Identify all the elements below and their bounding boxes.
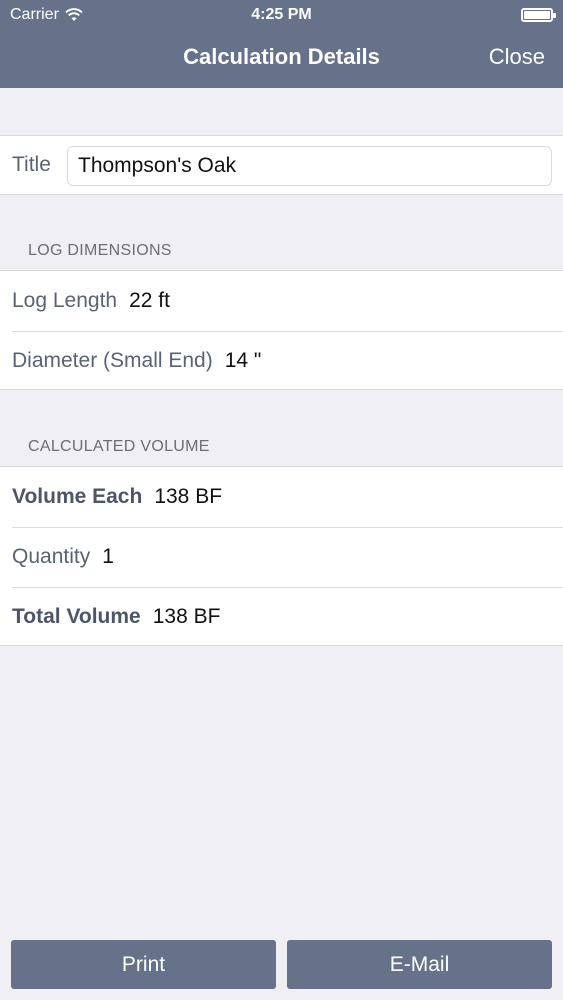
title-label: Title — [12, 153, 51, 176]
log-length-value: 22 ft — [129, 289, 170, 312]
title-row: Title — [0, 135, 563, 195]
calculation-details-screen: Carrier 4:25 PM Calculation Details Clos… — [0, 0, 563, 1000]
status-time: 4:25 PM — [251, 6, 312, 23]
navigation-bar: Carrier 4:25 PM Calculation Details Clos… — [0, 0, 563, 88]
close-button[interactable]: Close — [489, 44, 545, 70]
title-input[interactable] — [67, 146, 552, 186]
calculated-volume-header: CALCULATED VOLUME — [28, 438, 210, 455]
quantity-label: Quantity — [12, 545, 91, 568]
diameter-row[interactable]: Diameter (Small End) 14 " — [0, 331, 563, 391]
battery-icon — [521, 8, 556, 22]
email-button[interactable]: E-Mail — [287, 940, 552, 989]
volume-each-value: 138 BF — [154, 485, 223, 508]
volume-each-label: Volume Each — [12, 485, 143, 508]
quantity-row[interactable]: Quantity 1 — [0, 527, 563, 587]
total-volume-row: Total Volume 138 BF — [0, 587, 563, 647]
log-length-row[interactable]: Log Length 22 ft — [0, 271, 563, 331]
status-bar: Carrier 4:25 PM — [0, 0, 563, 30]
log-dimensions-group: Log Length 22 ft Diameter (Small End) 14… — [0, 270, 563, 390]
calculated-volume-group: Volume Each 138 BF Quantity 1 Total Volu… — [0, 466, 563, 646]
log-dimensions-header: LOG DIMENSIONS — [28, 242, 172, 259]
diameter-label: Diameter (Small End) — [12, 349, 213, 372]
print-button[interactable]: Print — [11, 940, 276, 989]
volume-each-row: Volume Each 138 BF — [0, 467, 563, 527]
quantity-value: 1 — [102, 545, 114, 568]
bottom-toolbar: Print E-Mail — [0, 930, 563, 1000]
log-length-label: Log Length — [12, 289, 118, 312]
total-volume-value: 138 BF — [152, 605, 221, 628]
total-volume-label: Total Volume — [12, 605, 141, 628]
page-title: Calculation Details — [183, 44, 380, 69]
diameter-value: 14 " — [224, 349, 262, 372]
